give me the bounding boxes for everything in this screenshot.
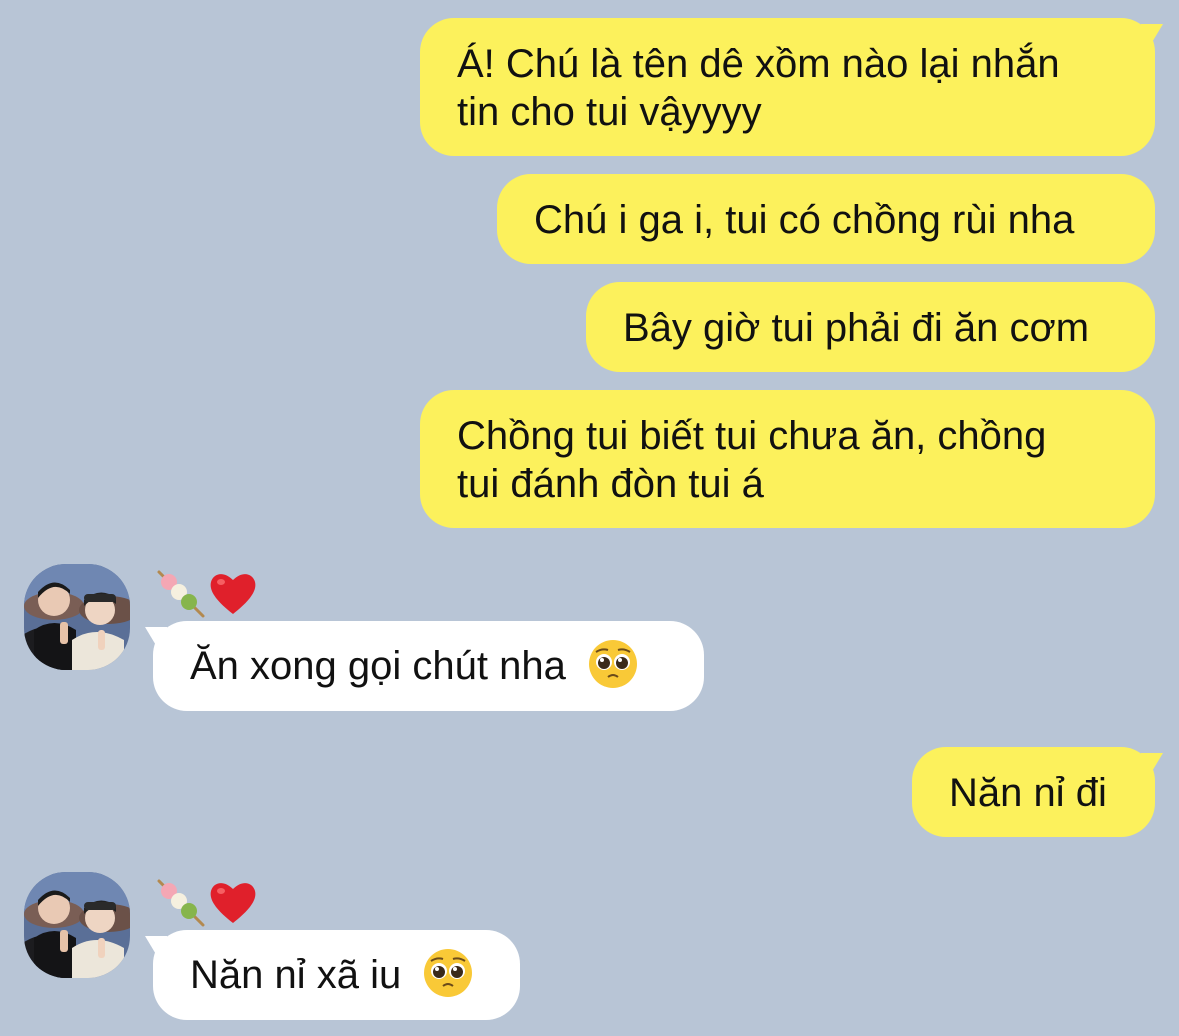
avatar-photo <box>24 872 130 978</box>
message-text: Ăn xong gọi chút nha <box>190 644 566 688</box>
outgoing-message[interactable]: Chú i ga i, tui có chồng rùi nha <box>497 174 1155 264</box>
message-text: Á! Chú là tên dê xồm nào lại nhắn <box>457 42 1060 86</box>
dango-icon <box>157 570 205 618</box>
contact-avatar[interactable] <box>24 564 130 670</box>
avatar-photo <box>24 564 130 670</box>
message-text: Năn nỉ đi <box>949 771 1107 815</box>
contact-name-icons <box>155 877 259 929</box>
dango-icon <box>157 879 205 927</box>
incoming-message[interactable]: Năn nỉ xã iu <box>153 930 520 1020</box>
message-text: Bây giờ tui phải đi ăn cơm <box>623 306 1090 350</box>
outgoing-message[interactable]: Bây giờ tui phải đi ăn cơm <box>586 282 1155 372</box>
outgoing-message[interactable]: Chồng tui biết tui chưa ăn, chồng tui đá… <box>420 390 1155 528</box>
message-text: Chồng tui biết tui chưa ăn, chồng <box>457 414 1047 458</box>
outgoing-message[interactable]: Á! Chú là tên dê xồm nào lại nhắn tin ch… <box>420 18 1155 156</box>
contact-avatar[interactable] <box>24 872 130 978</box>
outgoing-message[interactable]: Năn nỉ đi <box>912 747 1155 837</box>
red-heart-icon <box>210 574 256 614</box>
contact-name-icons <box>155 568 259 620</box>
pleading-face-icon <box>424 949 473 998</box>
red-heart-icon <box>210 883 256 923</box>
pleading-face-icon <box>588 640 637 689</box>
message-text: Năn nỉ xã iu <box>190 953 402 997</box>
message-text: tin cho tui vậyyyy <box>457 90 762 134</box>
message-text: tui đánh đòn tui á <box>457 462 764 506</box>
incoming-message[interactable]: Ăn xong gọi chút nha <box>153 621 704 711</box>
message-text: Chú i ga i, tui có chồng rùi nha <box>534 198 1075 242</box>
